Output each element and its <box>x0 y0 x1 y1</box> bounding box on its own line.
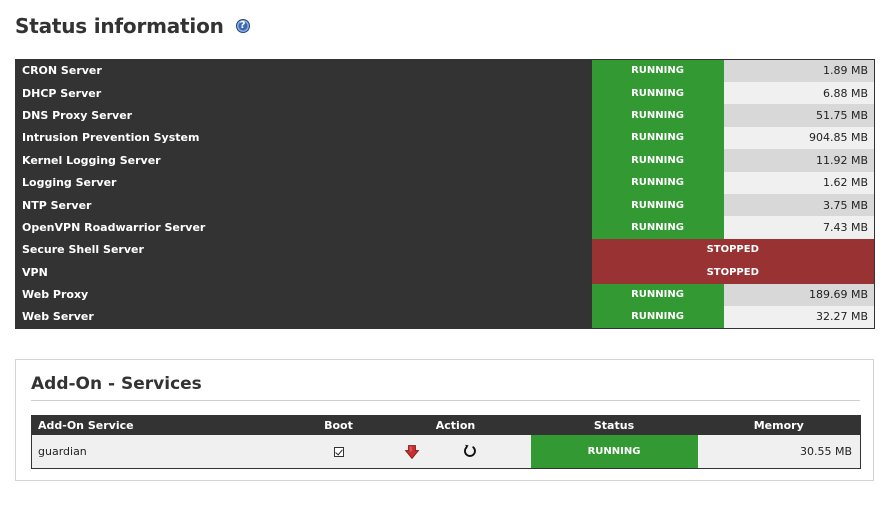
service-name: Web Server <box>15 305 592 329</box>
addon-services-table: Add-On Service Boot Action Status Memory… <box>31 415 861 469</box>
service-status-running: RUNNING <box>591 216 724 239</box>
service-name: Kernel Logging Server <box>15 149 592 172</box>
addon-service-name: guardian <box>31 434 297 469</box>
service-status-stopped: STOPPED <box>591 238 875 262</box>
addon-services-panel: Add-On - Services Add-On Service Boot Ac… <box>15 359 874 481</box>
service-memory: 32.27 MB <box>723 305 875 329</box>
service-row: Intrusion Prevention System RUNNING 904.85… <box>15 126 875 150</box>
addon-status-running: RUNNING <box>530 434 698 469</box>
addon-memory: 30.55 MB <box>697 434 861 469</box>
service-status-stopped: STOPPED <box>591 261 875 284</box>
addon-boot-cell <box>296 434 381 469</box>
service-name: Secure Shell Server <box>15 238 592 262</box>
service-status-running: RUNNING <box>591 104 724 127</box>
col-header-memory: Memory <box>697 415 861 435</box>
service-row: Web Server RUNNING 32.27 MB <box>15 305 875 329</box>
addon-header-row: Add-On Service Boot Action Status Memory <box>31 415 861 435</box>
service-name: NTP Server <box>15 193 592 217</box>
service-name: OpenVPN Roadwarrior Server <box>15 216 592 239</box>
addon-services-title: Add-On - Services <box>31 374 202 394</box>
service-memory: 11.92 MB <box>723 149 875 172</box>
page-header: Status information ? <box>15 12 250 40</box>
service-memory: 7.43 MB <box>723 216 875 239</box>
service-memory: 3.75 MB <box>723 193 875 217</box>
addon-divider <box>31 400 860 401</box>
services-status-table: CRON Server RUNNING 1.89 MB DHCP Server RUNN… <box>15 59 875 329</box>
service-status-running: RUNNING <box>591 81 724 105</box>
boot-checkbox-icon[interactable] <box>333 446 344 457</box>
col-header-status: Status <box>530 415 698 435</box>
service-memory: 1.89 MB <box>723 59 875 82</box>
addon-row: guardian RUNNING 30.55 MB <box>31 434 861 469</box>
service-memory: 6.88 MB <box>723 81 875 105</box>
service-status-running: RUNNING <box>591 305 724 329</box>
service-name: CRON Server <box>15 59 592 82</box>
service-memory: 1.62 MB <box>723 171 875 194</box>
service-memory: 51.75 MB <box>723 104 875 127</box>
col-header-action: Action <box>380 415 531 435</box>
service-status-running: RUNNING <box>591 126 724 150</box>
service-name: Logging Server <box>15 171 592 194</box>
col-header-addon-service: Add-On Service <box>31 415 297 435</box>
service-row: Logging Server RUNNING 1.62 MB <box>15 171 875 194</box>
service-row: NTP Server RUNNING 3.75 MB <box>15 193 875 217</box>
service-row: DNS Proxy Server RUNNING 51.75 MB <box>15 104 875 127</box>
page-title: Status information <box>15 14 224 38</box>
stop-arrow-icon[interactable] <box>404 444 420 460</box>
service-name: Intrusion Prevention System <box>15 126 592 150</box>
service-memory: 189.69 MB <box>723 283 875 306</box>
service-row: Web Proxy RUNNING 189.69 MB <box>15 283 875 306</box>
help-icon[interactable]: ? <box>235 19 250 33</box>
service-name: Web Proxy <box>15 283 592 306</box>
service-status-running: RUNNING <box>591 149 724 172</box>
service-status-running: RUNNING <box>591 283 724 306</box>
service-name: DNS Proxy Server <box>15 104 592 127</box>
service-status-running: RUNNING <box>591 59 724 82</box>
service-row: Kernel Logging Server RUNNING 11.92 MB <box>15 149 875 172</box>
service-memory: 904.85 MB <box>723 126 875 150</box>
service-row: CRON Server RUNNING 1.89 MB <box>15 59 875 82</box>
col-header-boot: Boot <box>296 415 381 435</box>
service-status-running: RUNNING <box>591 171 724 194</box>
service-name: VPN <box>15 261 592 284</box>
addon-action-cell <box>380 434 531 469</box>
service-row: VPN STOPPED <box>15 261 875 284</box>
service-row: OpenVPN Roadwarrior Server RUNNING 7.43 MB <box>15 216 875 239</box>
restart-icon[interactable] <box>462 443 478 459</box>
service-row: DHCP Server RUNNING 6.88 MB <box>15 81 875 105</box>
service-row: Secure Shell Server STOPPED <box>15 238 875 262</box>
service-status-running: RUNNING <box>591 193 724 217</box>
service-name: DHCP Server <box>15 81 592 105</box>
